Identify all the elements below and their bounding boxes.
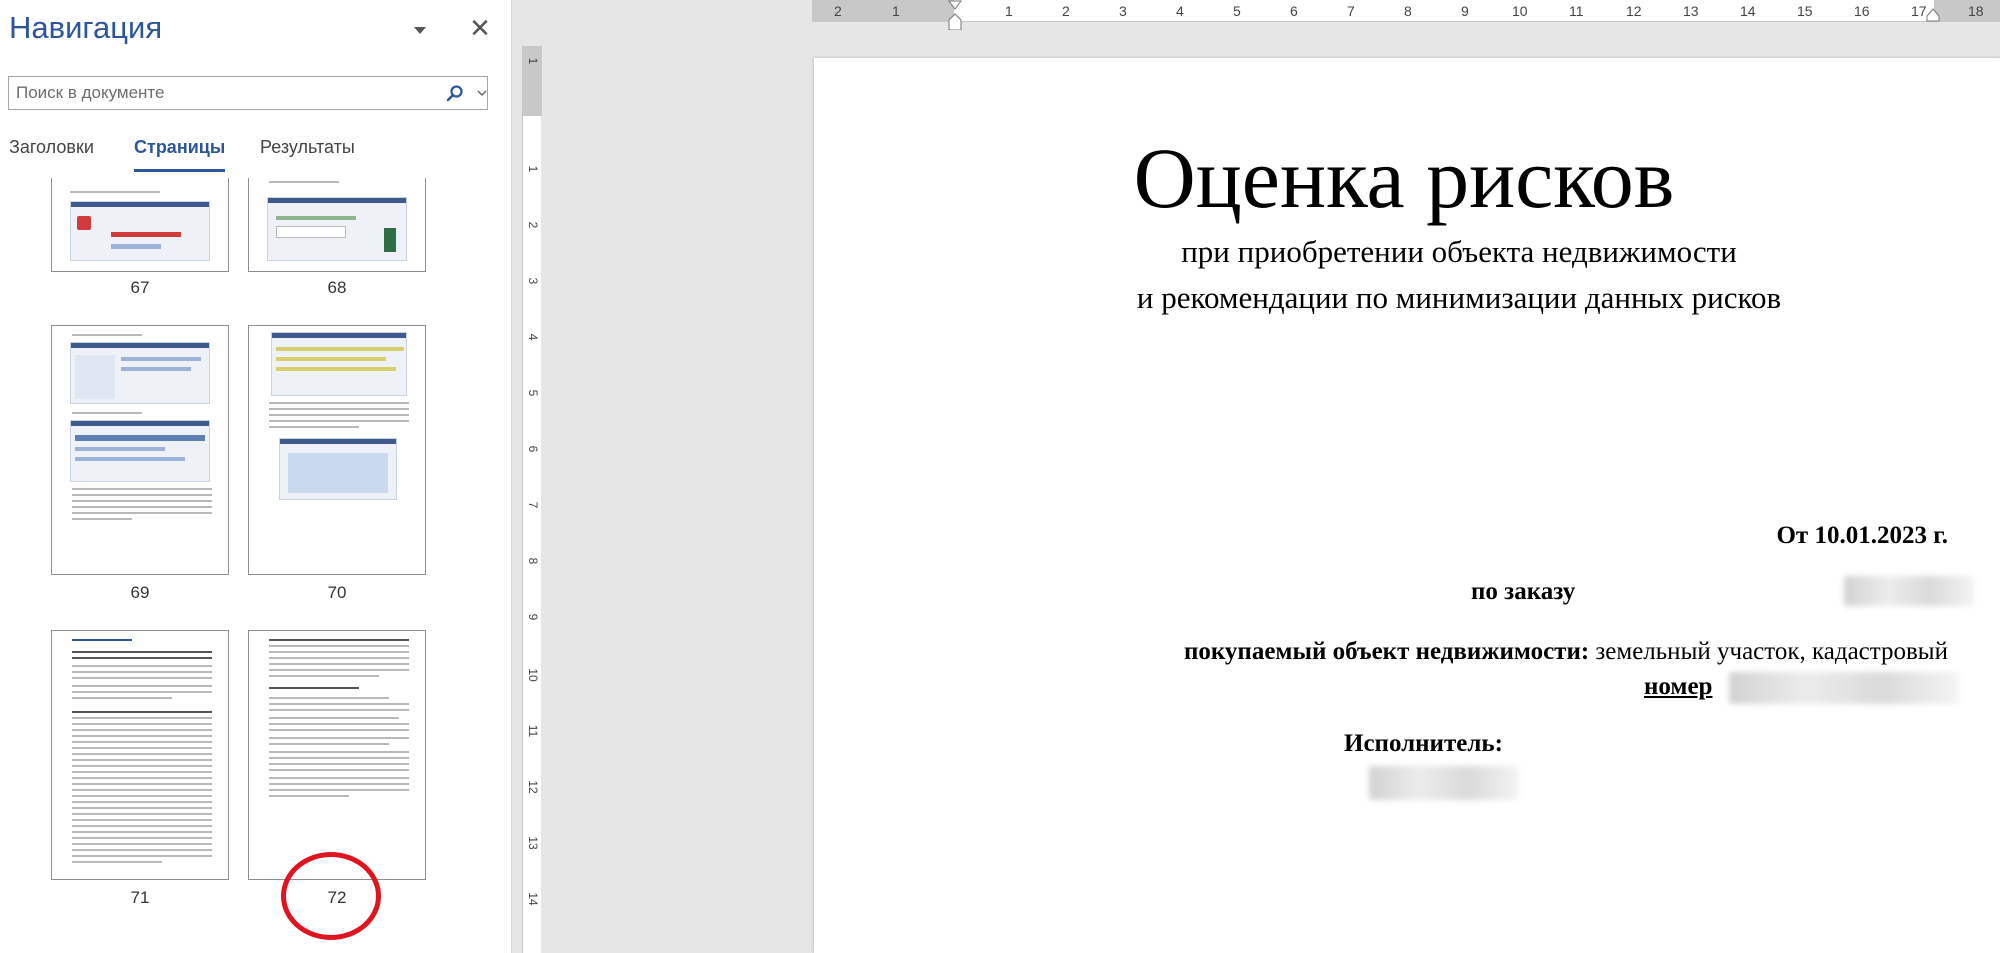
page-number-67: 67 bbox=[130, 278, 150, 297]
vertical-ruler-label: 5 bbox=[526, 389, 540, 397]
ruler-label: 6 bbox=[1290, 3, 1298, 19]
page-number-70: 70 bbox=[327, 583, 347, 602]
vertical-ruler-label: 3 bbox=[526, 277, 540, 285]
page-thumbnail-68[interactable] bbox=[248, 178, 426, 272]
page-thumbnails: 67 68 69 70 71 72 bbox=[0, 178, 508, 953]
page-thumbnail-69[interactable] bbox=[51, 325, 229, 575]
cadastral-number-label: номер bbox=[1644, 673, 1713, 700]
ruler-label: 12 bbox=[1626, 3, 1642, 19]
ruler-label: 5 bbox=[1233, 3, 1241, 19]
vertical-ruler-label: 6 bbox=[526, 445, 540, 453]
vertical-ruler-label: 1 bbox=[526, 57, 540, 65]
ruler-label: 18 bbox=[1968, 3, 1984, 19]
document-subtitle-line2: и рекомендации по минимизации данных рис… bbox=[1136, 280, 1782, 315]
vertical-ruler-label: 1 bbox=[526, 165, 540, 173]
redacted-executor bbox=[1369, 766, 1519, 800]
page-number-68: 68 bbox=[327, 278, 347, 297]
navigation-pane: Навигация ✕ Заголовки Страницы Результат… bbox=[0, 0, 512, 953]
order-label: по заказу bbox=[1471, 578, 1576, 605]
tab-pages[interactable]: Страницы bbox=[134, 134, 226, 172]
vertical-ruler-label: 4 bbox=[526, 333, 540, 341]
tab-results[interactable]: Результаты bbox=[260, 134, 355, 172]
page-number-71: 71 bbox=[130, 888, 150, 907]
vertical-ruler-label: 2 bbox=[526, 221, 540, 229]
right-indent-marker-icon[interactable] bbox=[1926, 8, 1940, 27]
object-value: земельный участок, кадастровый bbox=[1595, 638, 1948, 665]
page-thumbnail-70[interactable] bbox=[248, 325, 426, 575]
ruler-label: 3 bbox=[1119, 3, 1127, 19]
close-icon[interactable]: ✕ bbox=[466, 14, 494, 42]
ruler-label: 9 bbox=[1461, 3, 1469, 19]
search-icon[interactable] bbox=[445, 84, 465, 104]
page-thumbnail-71[interactable] bbox=[51, 630, 229, 880]
document-page[interactable]: Оценка рисков при приобретении объекта н… bbox=[814, 58, 2000, 953]
object-label: покупаемый объект недвижимости: bbox=[1183, 638, 1590, 665]
highlight-circle bbox=[281, 852, 381, 940]
redacted-cadastral-number bbox=[1729, 672, 1959, 704]
vertical-ruler-area: 1 1 2 3 4 5 6 7 8 9 10 11 12 13 14 bbox=[513, 0, 542, 953]
search-box bbox=[8, 76, 488, 110]
ruler-label: 10 bbox=[1512, 3, 1528, 19]
ruler-label: 1 bbox=[892, 3, 900, 19]
ruler-label: 2 bbox=[834, 3, 842, 19]
indent-marker-icon[interactable] bbox=[948, 0, 962, 35]
horizontal-ruler-right-margin bbox=[1934, 0, 2000, 22]
tab-headings[interactable]: Заголовки bbox=[9, 134, 94, 172]
horizontal-ruler[interactable]: 2 1 1 2 3 4 5 6 7 8 9 10 11 12 13 14 15 … bbox=[812, 0, 2000, 31]
vertical-ruler-label: 8 bbox=[526, 557, 540, 565]
ruler-label: 13 bbox=[1683, 3, 1699, 19]
search-input[interactable] bbox=[10, 78, 430, 108]
ruler-label: 15 bbox=[1797, 3, 1813, 19]
ruler-label: 17 bbox=[1911, 3, 1927, 19]
page-number-69: 69 bbox=[130, 583, 150, 602]
document-title: Оценка рисков bbox=[1133, 130, 1675, 226]
vertical-ruler-label: 9 bbox=[526, 613, 540, 621]
ruler-label: 16 bbox=[1854, 3, 1870, 19]
vertical-ruler[interactable]: 1 1 2 3 4 5 6 7 8 9 10 11 12 13 14 bbox=[522, 46, 542, 953]
object-description: покупаемый объект недвижимости: земельны… bbox=[1184, 638, 1948, 666]
vertical-ruler-label: 12 bbox=[526, 780, 540, 794]
vertical-ruler-label: 11 bbox=[526, 724, 540, 738]
nav-tabs: Заголовки Страницы Результаты bbox=[0, 134, 510, 174]
page-thumbnail-67[interactable] bbox=[51, 178, 229, 272]
ruler-label: 2 bbox=[1062, 3, 1070, 19]
executor-label: Исполнитель: bbox=[1344, 730, 1503, 757]
nav-options-chevron-down-icon[interactable] bbox=[410, 20, 430, 40]
nav-pane-title: Навигация bbox=[9, 10, 163, 45]
vertical-ruler-label: 13 bbox=[526, 836, 540, 850]
ruler-label: 11 bbox=[1569, 3, 1584, 19]
redacted-customer bbox=[1844, 576, 1974, 606]
vertical-ruler-label: 14 bbox=[526, 892, 540, 906]
document-subtitle-line1: при приобретении объекта недвижимости bbox=[1181, 234, 1737, 269]
ruler-label: 8 bbox=[1404, 3, 1412, 19]
vertical-ruler-label: 10 bbox=[526, 668, 540, 682]
search-options-chevron-down-icon[interactable] bbox=[475, 86, 489, 100]
ruler-label: 1 bbox=[1005, 3, 1013, 19]
document-date: От 10.01.2023 г. bbox=[1776, 522, 1948, 549]
page-thumbnail-72[interactable] bbox=[248, 630, 426, 880]
ruler-label: 4 bbox=[1176, 3, 1184, 19]
ruler-label: 14 bbox=[1740, 3, 1756, 19]
vertical-ruler-label: 7 bbox=[526, 501, 540, 509]
ruler-label: 7 bbox=[1347, 3, 1355, 19]
